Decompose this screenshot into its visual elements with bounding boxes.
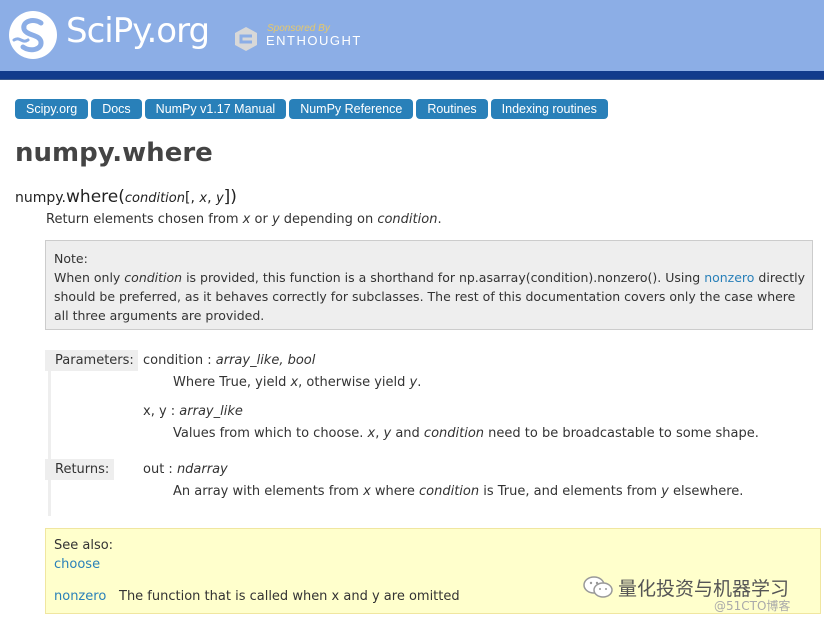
scipy-logo-icon[interactable] (8, 10, 58, 60)
desc-y: y (661, 484, 669, 499)
param-condition-desc: Where True, yield x, otherwise yield y. (173, 375, 421, 390)
param-x-y-desc: Values from which to choose. x, y and co… (173, 426, 759, 441)
note-title: Note: (54, 251, 88, 266)
desc-x: x (363, 484, 371, 499)
note-text: When only (54, 270, 125, 285)
breadcrumb-scipy-org[interactable]: Scipy.org (15, 99, 89, 119)
param-type: array_like (179, 404, 243, 419)
see-also-choose-link[interactable]: choose (54, 557, 100, 572)
summary-text: depending on (279, 212, 378, 227)
sponsor-name[interactable]: ENTHOUGHT (266, 33, 362, 48)
desc-text: An array with elements from (173, 484, 364, 499)
param-condition: condition : array_like, bool (143, 353, 315, 368)
return-name: out : (143, 462, 177, 477)
breadcrumb-numpy-reference[interactable]: NumPy Reference (289, 99, 414, 119)
desc-text: Values from which to choose. (173, 426, 368, 441)
desc-condition: condition (419, 484, 480, 499)
breadcrumb-routines[interactable]: Routines (416, 99, 488, 119)
page-title: numpy.where (15, 138, 213, 168)
enthought-logo-icon[interactable] (233, 26, 259, 52)
desc-text: where (370, 484, 419, 499)
summary-text: . (437, 212, 442, 227)
summary-text: or (250, 212, 272, 227)
watermark: 量化投资与机器学习 @51CTO博客 (582, 572, 822, 622)
desc-text: and (391, 426, 424, 441)
signature-arg-condition: condition (124, 191, 185, 206)
breadcrumb: Scipy.org Docs NumPy v1.17 Manual NumPy … (15, 99, 608, 119)
desc-text: elsewhere. (668, 484, 744, 499)
signature-optional-open: [, (184, 190, 200, 206)
desc-text: , otherwise yield (298, 375, 410, 390)
return-out: out : ndarray (143, 462, 228, 477)
param-x-y: x, y : array_like (143, 404, 243, 419)
signature-function-name: where (66, 187, 119, 207)
signature-sep: , (207, 190, 216, 206)
signature-arg-y: y (215, 191, 224, 206)
parameters-label: Parameters: (45, 350, 138, 371)
watermark-sub: @51CTO博客 (714, 599, 791, 613)
site-logo-text[interactable]: SciPy.org (66, 11, 210, 51)
desc-text: is True, and elements from (479, 484, 662, 499)
breadcrumb-numpy-manual[interactable]: NumPy v1.17 Manual (144, 99, 287, 119)
desc-text: Where True, yield (173, 375, 291, 390)
signature-module: numpy. (15, 190, 67, 206)
returns-label: Returns: (45, 459, 114, 480)
desc-text: . (417, 375, 422, 390)
field-list-rule (48, 350, 51, 516)
note-condition: condition (124, 270, 183, 285)
desc-text: need to be broadcastable to some shape. (484, 426, 759, 441)
signature-arg-x: x (199, 191, 208, 206)
see-also-nonzero-link[interactable]: nonzero (54, 589, 106, 604)
field-list: Parameters: condition : array_like, bool… (45, 350, 759, 516)
see-also-title: See also: (54, 538, 114, 553)
function-summary: Return elements chosen from x or y depen… (46, 212, 442, 227)
param-type: array_like, bool (215, 353, 316, 368)
function-signature: numpy.where(condition[, x, y]) (15, 187, 237, 207)
summary-text: Return elements chosen from (46, 212, 243, 227)
summary-condition: condition (377, 212, 438, 227)
note-text: is provided, this function is a shorthan… (182, 270, 705, 285)
signature-close: ]) (223, 187, 237, 207)
summary-y: y (271, 212, 280, 227)
return-type: ndarray (176, 462, 228, 477)
nonzero-link[interactable]: nonzero (704, 270, 754, 285)
header-divider (0, 71, 824, 80)
desc-condition: condition (423, 426, 485, 441)
note-body: When only condition is provided, this fu… (54, 268, 812, 325)
site-header: SciPy.org Sponsored By ENTHOUGHT (0, 0, 824, 71)
wechat-icon (583, 576, 613, 598)
param-name: x, y : (143, 404, 180, 419)
breadcrumb-docs[interactable]: Docs (91, 99, 142, 119)
see-also-nonzero-desc: The function that is called when x and y… (119, 589, 460, 604)
signature-paren-open: ( (118, 187, 125, 207)
return-out-desc: An array with elements from x where cond… (173, 484, 743, 499)
param-name: condition : (143, 353, 216, 368)
breadcrumb-indexing-routines[interactable]: Indexing routines (490, 99, 608, 119)
note-box: Note: When only condition is provided, t… (45, 240, 813, 330)
